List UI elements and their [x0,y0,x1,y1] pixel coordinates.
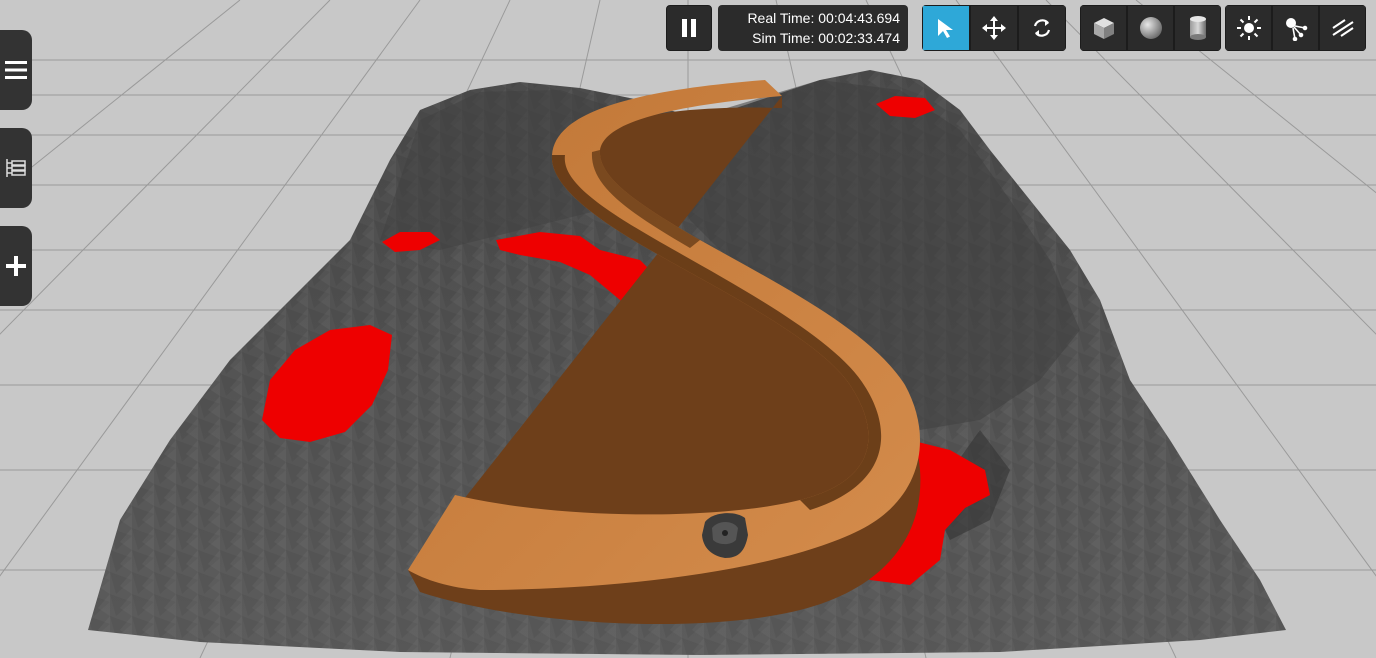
sim-time-value: 00:02:33.474 [818,30,900,46]
hamburger-icon [5,61,27,79]
manipulation-mode-group [922,5,1066,51]
plus-icon [6,256,26,276]
model-tree-button[interactable] [0,128,32,208]
rotate-mode-button[interactable] [1018,5,1066,51]
rotate-icon [1033,19,1051,37]
real-time-label: Real Time: [747,10,819,26]
insert-spot-light-button[interactable] [1272,5,1319,51]
insert-sphere-button[interactable] [1127,5,1174,51]
insert-point-light-button[interactable] [1225,5,1272,51]
insert-directional-light-button[interactable] [1319,5,1366,51]
move-arrows-icon [982,16,1006,40]
sun-icon [1236,16,1261,40]
select-mode-button[interactable] [922,5,970,51]
scene-viewport[interactable] [0,0,1376,658]
pause-icon [682,19,696,37]
menu-button[interactable] [0,30,32,110]
translate-mode-button[interactable] [970,5,1018,51]
real-time-value: 00:04:43.694 [818,10,900,26]
box-icon [1093,18,1114,39]
insert-cylinder-button[interactable] [1174,5,1221,51]
time-display: Real Time: 00:04:43.694 Sim Time: 00:02:… [718,5,908,51]
pause-button[interactable] [666,5,712,51]
real-time-row: Real Time: 00:04:43.694 [747,8,900,28]
sim-time-row: Sim Time: 00:02:33.474 [752,28,900,48]
tree-icon [6,159,26,177]
sphere-icon [1139,17,1162,39]
arrow-pointer-icon [938,19,953,38]
cylinder-icon [1189,16,1206,40]
spot-light-icon [1285,18,1307,41]
directional-light-icon [1331,19,1354,37]
lights-group [1225,5,1366,51]
insert-button[interactable] [0,226,32,306]
sim-time-label: Sim Time: [752,30,819,46]
shapes-group [1080,5,1221,51]
insert-box-button[interactable] [1080,5,1127,51]
